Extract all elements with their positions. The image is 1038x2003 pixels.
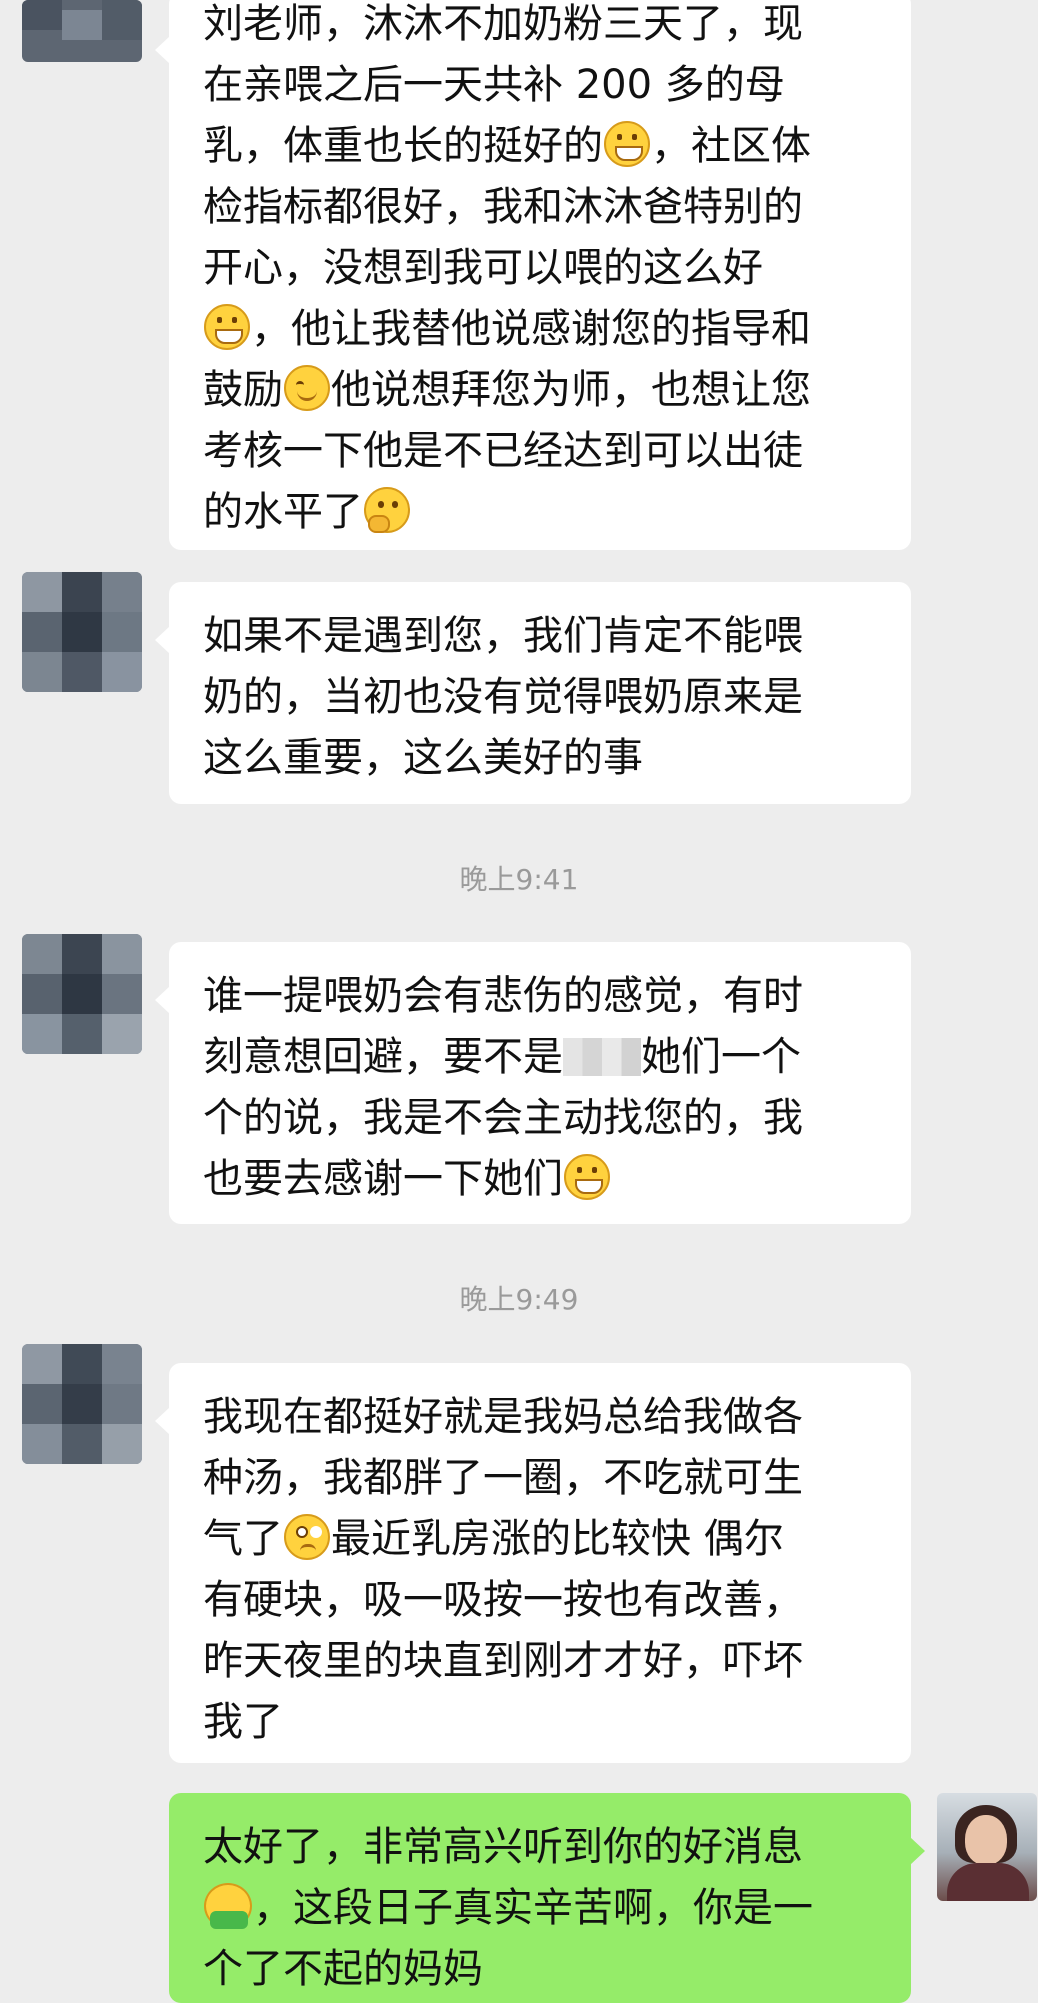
user-avatar[interactable] [937, 1793, 1037, 1901]
redacted-text [563, 1038, 641, 1076]
message-line: 在亲喂之后一天共补 200 多的母 [203, 55, 877, 116]
message-text: 开心，没想到我可以喂的这么好 [203, 245, 763, 291]
message-text: 如果不是遇到您，我们肯定不能喂 [203, 613, 803, 659]
message-text: 我现在都挺好就是我妈总给我做各 [203, 1394, 803, 1440]
message-line: 刻意想回避，要不是 她们一个 [203, 1027, 877, 1088]
smiling-face-emoji-icon [284, 365, 330, 411]
message-line: 开心，没想到我可以喂的这么好 [203, 238, 877, 299]
message-line: 种汤，我都胖了一圈，不吃就可生 [203, 1448, 877, 1509]
contact-avatar[interactable] [22, 0, 142, 62]
message-line: 这么重要，这么美好的事 [203, 728, 877, 789]
grinning-face-emoji-icon [204, 304, 250, 350]
message-text: 气了 [203, 1516, 283, 1562]
message-bubble[interactable]: 刘老师，沐沐不加奶粉三天了，现 在亲喂之后一天共补 200 多的母 乳，体重也长的挺… [155, 0, 911, 550]
message-line: 太好了，非常高兴听到你的好消息 [203, 1817, 877, 1878]
contact-avatar[interactable] [22, 1344, 142, 1464]
contact-avatar[interactable] [22, 934, 142, 1054]
message-line: 有硬块，吸一吸按一按也有改善， [203, 1570, 877, 1631]
message-text: ，社区体 [651, 123, 811, 169]
my-message-bubble[interactable]: 太好了，非常高兴听到你的好消息 ，这段日子真实辛苦啊，你是一个了不起的妈妈 [169, 1793, 925, 2003]
message-text: 有硬块，吸一吸按一按也有改善， [203, 1577, 803, 1623]
message-text: 的水平了 [203, 489, 363, 535]
message-line: 个的说，我是不会主动找您的，我 [203, 1088, 877, 1149]
message-text: 刻意想回避，要不是 [203, 1034, 563, 1080]
timestamp: 晚上9:49 [459, 1283, 579, 1316]
message-line: ，他让我替他说感谢您的指导和 [203, 299, 877, 360]
message-line: 刘老师，沐沐不加奶粉三天了，现 [203, 0, 877, 55]
grinning-face-emoji-icon [604, 121, 650, 167]
avatar-body [947, 1863, 1029, 1901]
message-line: 乳，体重也长的挺好的 ，社区体 [203, 116, 877, 177]
message-line: 奶的，当初也没有觉得喂奶原来是 [203, 667, 877, 728]
message-text: 她们一个 [641, 1034, 801, 1080]
message-line: 考核一下他是不已经达到可以出徒 [203, 421, 877, 482]
message-text: 个了不起的妈妈 [203, 1946, 483, 1992]
avatar-face [965, 1815, 1007, 1865]
grinning-face-emoji-icon [564, 1154, 610, 1200]
message-text: 种汤，我都胖了一圈，不吃就可生 [203, 1455, 803, 1501]
message-line: 的水平了 [203, 482, 877, 543]
message-line: 个了不起的妈妈 [203, 1939, 877, 2000]
message-text: 考核一下他是不已经达到可以出徒 [203, 428, 803, 474]
message-line: 气了 最近乳房涨的比较快 偶尔 [203, 1509, 877, 1570]
message-line: 我了 [203, 1692, 877, 1753]
message-text: 最近乳房涨的比较快 偶尔 [331, 1516, 784, 1562]
confused-face-emoji-icon [284, 1514, 330, 1560]
message-text: 他说想拜您为师，也想让您 [331, 367, 811, 413]
message-line: 我现在都挺好就是我妈总给我做各 [203, 1387, 877, 1448]
message-line: 也要去感谢一下她们 [203, 1149, 877, 1210]
message-line: 如果不是遇到您，我们肯定不能喂 [203, 606, 877, 667]
message-text: 个的说，我是不会主动找您的，我 [203, 1095, 803, 1141]
message-text: 检指标都很好，我和沐沐爸特别的 [203, 184, 803, 230]
message-line: 昨天夜里的块直到刚才才好，吓坏 [203, 1631, 877, 1692]
message-text: 乳，体重也长的挺好的 [203, 123, 603, 169]
message-text: 刘老师，沐沐不加奶粉三天了，现 [203, 1, 803, 47]
message-text: 这么重要，这么美好的事 [203, 735, 643, 781]
message-text: ，他让我替他说感谢您的指导和 [251, 306, 811, 352]
message-bubble[interactable]: 我现在都挺好就是我妈总给我做各 种汤，我都胖了一圈，不吃就可生 气了 最近乳房涨的比较… [155, 1363, 911, 1763]
message-text: 鼓励 [203, 367, 283, 413]
message-line: ，这段日子真实辛苦啊，你是一 [203, 1878, 877, 1939]
message-bubble[interactable]: 如果不是遇到您，我们肯定不能喂 奶的，当初也没有觉得喂奶原来是 这么重要，这么美好的… [155, 582, 911, 804]
hugging-person-emoji-icon [204, 1883, 252, 1929]
message-text: ，这段日子真实辛苦啊，你是一 [253, 1885, 813, 1931]
timestamp: 晚上9:41 [459, 863, 579, 896]
message-line: 鼓励 他说想拜您为师，也想让您 [203, 360, 877, 421]
message-line: 检指标都很好，我和沐沐爸特别的 [203, 177, 877, 238]
message-text: 谁一提喂奶会有悲伤的感觉，有时 [203, 973, 803, 1019]
message-text: 也要去感谢一下她们 [203, 1156, 563, 1202]
message-line: 谁一提喂奶会有悲伤的感觉，有时 [203, 966, 877, 1027]
message-text: 昨天夜里的块直到刚才才好，吓坏 [203, 1638, 803, 1684]
message-bubble[interactable]: 谁一提喂奶会有悲伤的感觉，有时 刻意想回避，要不是 她们一个个的说，我是不会主动找您… [155, 942, 911, 1224]
message-text: 在亲喂之后一天共补 200 多的母 [203, 62, 785, 108]
message-text: 我了 [203, 1699, 283, 1745]
message-text: 奶的，当初也没有觉得喂奶原来是 [203, 674, 803, 720]
contact-avatar[interactable] [22, 572, 142, 692]
message-text: 太好了，非常高兴听到你的好消息 [203, 1824, 803, 1870]
thinking-face-emoji-icon [364, 487, 410, 533]
